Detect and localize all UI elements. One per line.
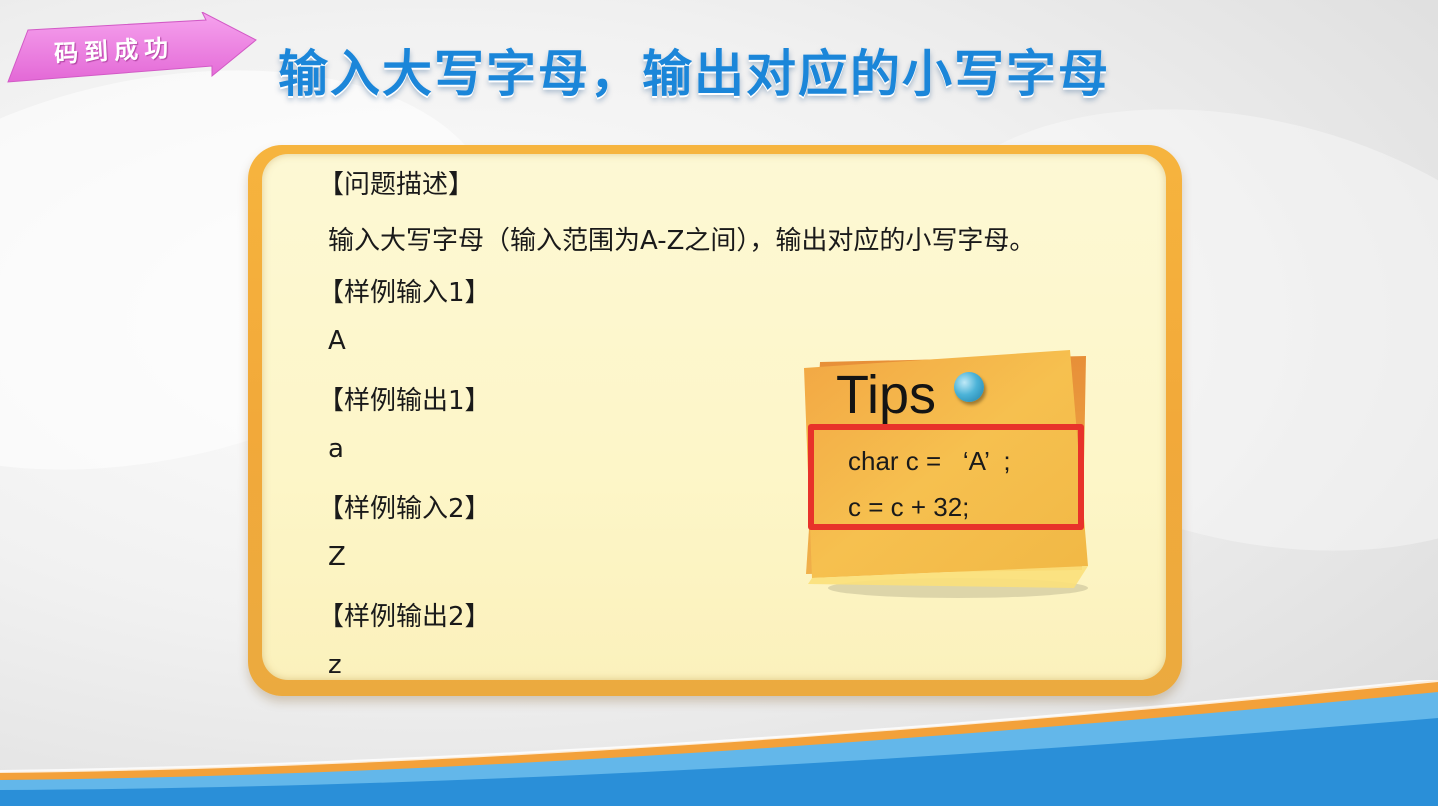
sample-input-2-heading: 【样例输入2】 [318, 494, 491, 524]
sample-input-2-value: Z [328, 542, 346, 572]
code-highlight-box [808, 424, 1084, 530]
tips-sticky-note: Tips char c = ‘A’ ; c = c + 32; [798, 348, 1094, 606]
slide: 码到成功 输入大写字母，输出对应的小写字母 【问题描述】 输入大写字母（输入范围… [0, 0, 1438, 806]
problem-description-text: 输入大写字母（输入范围为A-Z之间），输出对应的小写字母。 [328, 226, 1036, 256]
page-title: 输入大写字母，输出对应的小写字母 [278, 45, 1110, 103]
pushpin-icon [954, 372, 984, 402]
problem-description-heading: 【问题描述】 [318, 170, 475, 200]
sample-output-2-heading: 【样例输出2】 [318, 602, 491, 632]
sample-output-1-value: a [328, 434, 344, 464]
bottom-wave [0, 680, 1438, 806]
sample-input-1-heading: 【样例输入1】 [318, 278, 491, 308]
tips-title: Tips [836, 365, 937, 425]
sample-input-1-value: A [328, 326, 346, 356]
sample-output-2-value: z [328, 650, 342, 680]
sample-output-1-heading: 【样例输出1】 [318, 386, 491, 416]
brand-tag: 码到成功 [6, 12, 258, 84]
